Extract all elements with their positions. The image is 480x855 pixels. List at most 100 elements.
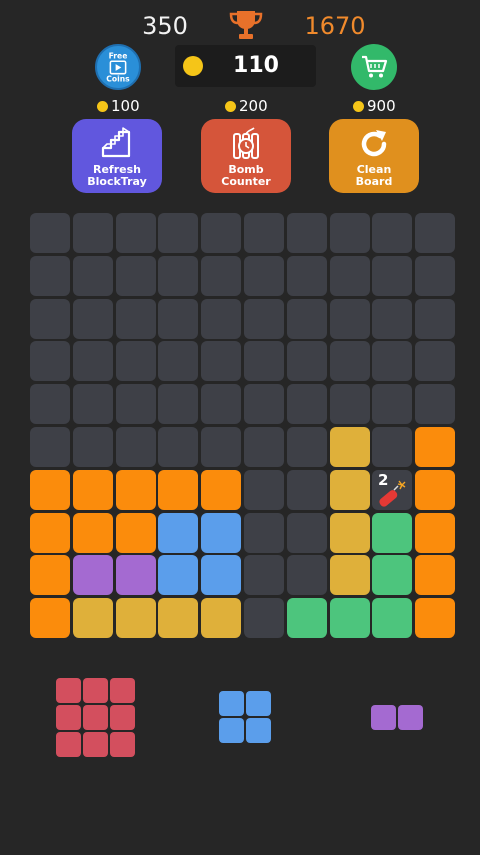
free-coins-button[interactable]: Free Coins [95,44,141,90]
refresh-blocktray-button[interactable]: Refresh BlockTray [72,119,162,193]
empty-cell[interactable] [158,255,199,296]
empty-cell[interactable] [286,213,327,253]
empty-cell[interactable] [72,341,113,382]
empty-cell[interactable] [201,384,242,425]
empty-cell[interactable] [158,427,199,467]
filled-cell[interactable] [329,469,370,510]
empty-cell[interactable] [244,213,284,253]
empty-cell[interactable] [372,341,413,382]
clean-board-button[interactable]: Clean Board [329,119,419,193]
filled-cell[interactable] [372,598,413,639]
filled-cell[interactable] [201,512,242,553]
empty-cell[interactable] [30,427,70,467]
filled-cell[interactable] [201,469,242,510]
filled-cell[interactable] [415,512,456,553]
empty-cell[interactable] [372,213,413,253]
empty-cell[interactable] [415,341,456,382]
empty-cell[interactable] [415,384,456,425]
empty-cell[interactable] [201,298,242,339]
empty-cell[interactable] [329,341,370,382]
empty-cell[interactable] [72,255,113,296]
filled-cell[interactable] [158,469,199,510]
filled-cell[interactable] [158,512,199,553]
empty-cell[interactable] [286,427,327,467]
filled-cell[interactable] [329,512,370,553]
filled-cell[interactable] [30,598,70,639]
empty-cell[interactable] [244,598,284,639]
empty-cell[interactable] [72,213,113,253]
empty-cell[interactable] [201,213,242,253]
empty-cell[interactable] [30,298,70,339]
filled-cell[interactable] [158,555,199,596]
empty-cell[interactable] [115,298,156,339]
empty-cell[interactable] [286,255,327,296]
filled-cell[interactable] [201,598,242,639]
empty-cell[interactable] [72,384,113,425]
filled-cell[interactable] [415,427,456,467]
filled-cell[interactable] [30,555,70,596]
empty-cell[interactable] [286,469,327,510]
empty-cell[interactable] [372,384,413,425]
tray-piece-red[interactable] [55,677,135,757]
filled-cell[interactable] [115,469,156,510]
empty-cell[interactable] [201,427,242,467]
empty-cell[interactable] [30,341,70,382]
empty-cell[interactable] [244,255,284,296]
empty-cell[interactable] [329,213,370,253]
empty-cell[interactable] [244,555,284,596]
bomb-counter-button[interactable]: Bomb Counter [201,119,291,193]
empty-cell[interactable] [286,298,327,339]
empty-cell[interactable] [158,341,199,382]
filled-cell[interactable] [30,469,70,510]
empty-cell[interactable] [30,255,70,296]
empty-cell[interactable] [72,427,113,467]
empty-cell[interactable] [286,341,327,382]
empty-cell[interactable] [329,298,370,339]
tray-piece-purple[interactable] [371,704,423,730]
filled-cell[interactable] [372,555,413,596]
empty-cell[interactable] [115,341,156,382]
empty-cell[interactable] [72,298,113,339]
filled-cell[interactable] [30,512,70,553]
filled-cell[interactable] [115,512,156,553]
empty-cell[interactable] [329,255,370,296]
game-board[interactable]: 2 [30,213,458,641]
empty-cell[interactable] [244,341,284,382]
bomb-cell[interactable]: 2 [372,469,413,510]
filled-cell[interactable] [158,598,199,639]
empty-cell[interactable] [158,298,199,339]
empty-cell[interactable] [286,512,327,553]
empty-cell[interactable] [201,255,242,296]
filled-cell[interactable] [372,512,413,553]
empty-cell[interactable] [30,384,70,425]
empty-cell[interactable] [158,213,199,253]
empty-cell[interactable] [415,213,456,253]
empty-cell[interactable] [415,298,456,339]
empty-cell[interactable] [372,298,413,339]
empty-cell[interactable] [244,384,284,425]
empty-cell[interactable] [158,384,199,425]
empty-cell[interactable] [30,213,70,253]
empty-cell[interactable] [244,469,284,510]
empty-cell[interactable] [244,512,284,553]
empty-cell[interactable] [115,213,156,253]
empty-cell[interactable] [201,341,242,382]
filled-cell[interactable] [72,598,113,639]
empty-cell[interactable] [244,427,284,467]
empty-cell[interactable] [286,555,327,596]
filled-cell[interactable] [415,469,456,510]
filled-cell[interactable] [329,555,370,596]
filled-cell[interactable] [329,598,370,639]
empty-cell[interactable] [329,384,370,425]
empty-cell[interactable] [415,255,456,296]
filled-cell[interactable] [115,555,156,596]
empty-cell[interactable] [115,384,156,425]
filled-cell[interactable] [72,512,113,553]
filled-cell[interactable] [329,427,370,467]
filled-cell[interactable] [415,555,456,596]
empty-cell[interactable] [115,255,156,296]
filled-cell[interactable] [115,598,156,639]
filled-cell[interactable] [72,555,113,596]
filled-cell[interactable] [286,598,327,639]
empty-cell[interactable] [115,427,156,467]
